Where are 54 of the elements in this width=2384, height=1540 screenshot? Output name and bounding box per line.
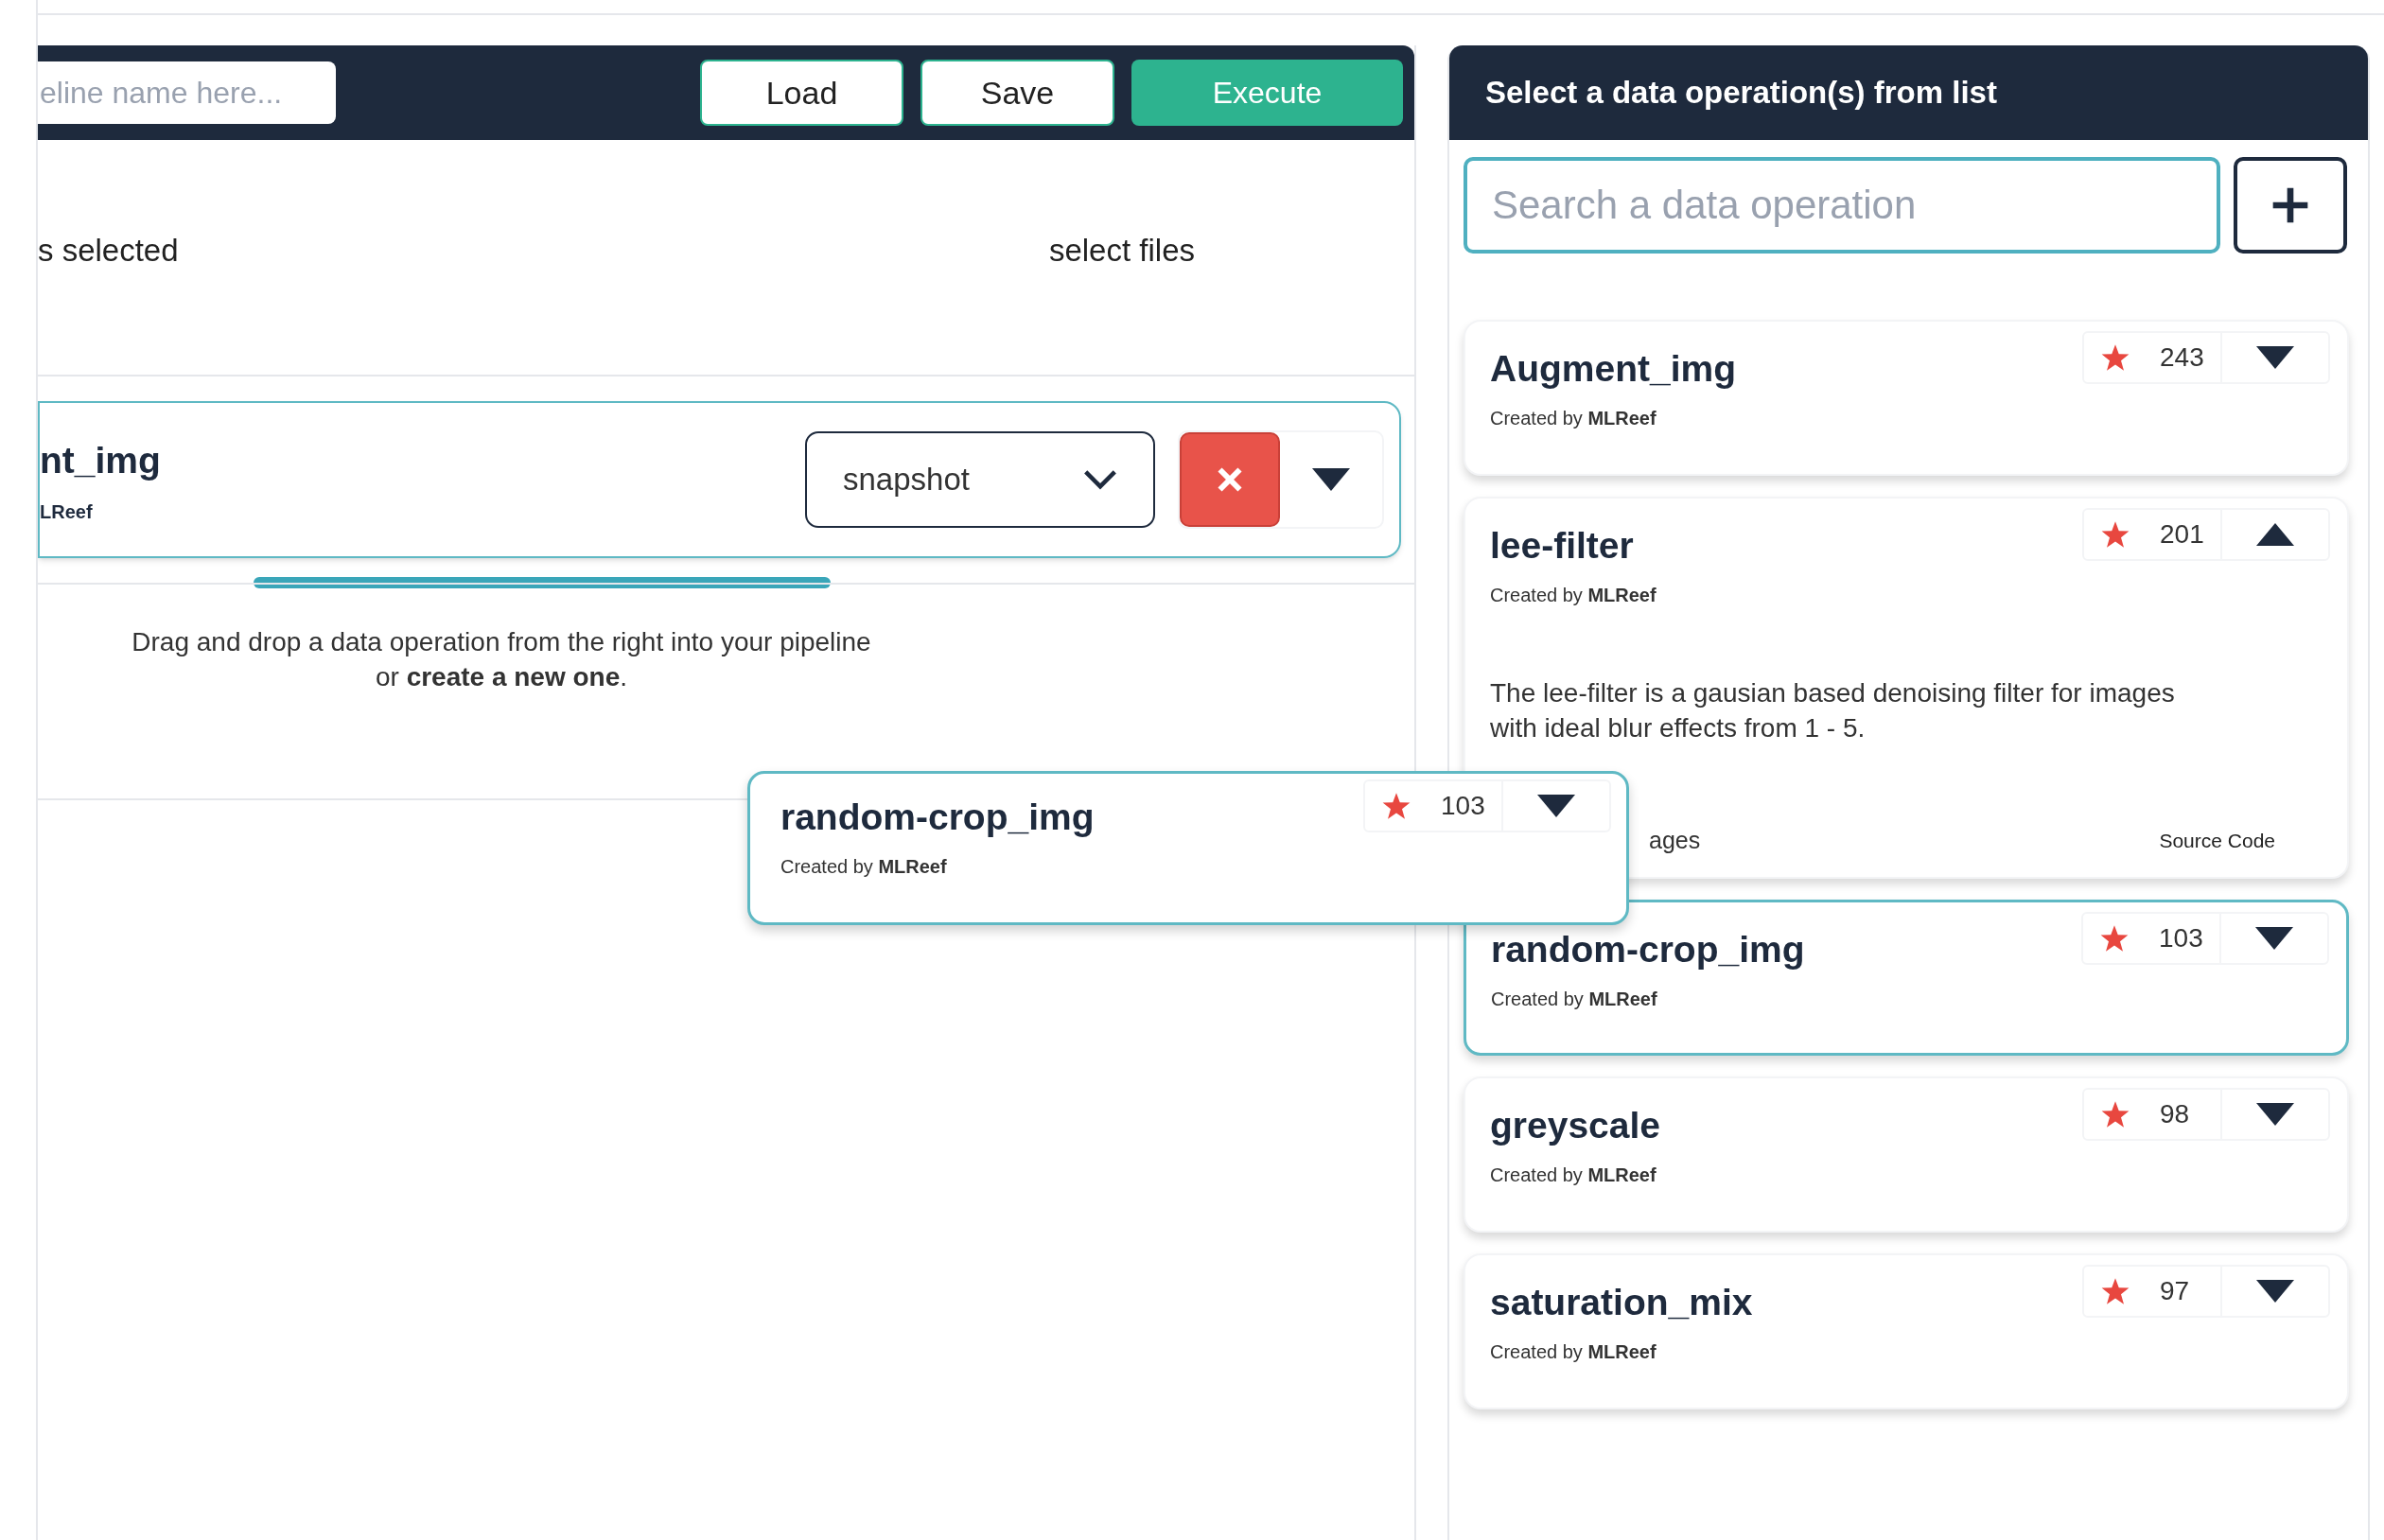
add-button[interactable] [2234, 157, 2347, 254]
caret-down-icon [1312, 468, 1350, 491]
pipeline-name-field[interactable]: eline name here... [38, 61, 336, 124]
step-author: LReef [40, 500, 94, 525]
created-by-label: Created by MLReef [1490, 1340, 1657, 1364]
star-icon [1382, 792, 1411, 820]
operation-card[interactable]: random-crop_img Created by MLReef 103 [747, 771, 1629, 925]
step-title: nt_img [40, 438, 161, 482]
operation-title: greyscale [1490, 1104, 1660, 1148]
chevron-down-icon [1083, 469, 1117, 490]
drop-hint-text: Drag and drop a data operation from the right into your pipeline or create a new one. [131, 626, 872, 693]
operation-title: Augment_img [1490, 347, 1736, 391]
operation-card[interactable]: random-crop_img Created by MLReef 103 [1464, 900, 2349, 1057]
caret-down-icon [2256, 1280, 2294, 1304]
created-by-label: Created by MLReef [1491, 988, 1658, 1011]
operation-card[interactable]: Augment_img Created by MLReef 243 [1464, 320, 2349, 476]
caret-down-icon [1537, 795, 1575, 817]
remove-button[interactable] [1180, 432, 1280, 527]
panel-title: Select a data operation(s) from list [1485, 74, 1997, 113]
close-icon [1217, 466, 1243, 493]
created-by-label: Created by MLReef [1490, 406, 1657, 430]
operation-link[interactable]: ages [1649, 822, 1701, 859]
caret-down-icon [2255, 927, 2293, 951]
star-icon [2101, 1100, 2130, 1129]
search-field[interactable]: Search a data operation [1464, 157, 2220, 254]
operation-title: random-crop_img [1491, 928, 1805, 972]
star-icon [2101, 343, 2130, 372]
select-files-link[interactable]: select files [1048, 227, 1195, 274]
star-icon [2100, 924, 2129, 954]
created-by-label: Created by MLReef [1490, 1164, 1657, 1187]
operation-title: random-crop_img [780, 796, 1095, 839]
created-by-label: Created by MLReef [780, 854, 948, 879]
operation-card[interactable]: greyscale Created by MLReef 98 [1464, 1076, 2349, 1234]
star-count: 98 [2160, 1098, 2190, 1131]
created-by-label: Created by MLReef [1490, 583, 1657, 607]
files-selected-label: s selected [38, 232, 179, 270]
caret-down-icon [2256, 1103, 2294, 1127]
operation-description: The lee-filter is a gausian based denoising filter for images with ideal blur effects from 1 - 5. [1490, 676, 2176, 744]
version-dropdown[interactable]: snapshot [805, 431, 1155, 528]
star-count: 97 [2160, 1275, 2190, 1308]
plus-icon [2271, 186, 2309, 224]
operation-title: saturation_mix [1490, 1281, 1753, 1325]
operation-card[interactable]: saturation_mix Created by MLReef 97 [1464, 1253, 2349, 1410]
caret-up-icon [2256, 523, 2294, 546]
star-count: 243 [2160, 341, 2204, 374]
star-icon [2101, 520, 2130, 549]
star-count: 103 [2159, 922, 2203, 955]
operation-title: lee-filter [1490, 524, 1635, 568]
toolbar-button[interactable]: Load [700, 60, 903, 126]
star-icon [2101, 1277, 2130, 1306]
operation-link[interactable]: Source Code [2159, 825, 2275, 856]
toolbar-button[interactable]: Save [920, 60, 1114, 126]
star-count: 201 [2160, 518, 2204, 551]
caret-down-icon [2256, 346, 2294, 369]
